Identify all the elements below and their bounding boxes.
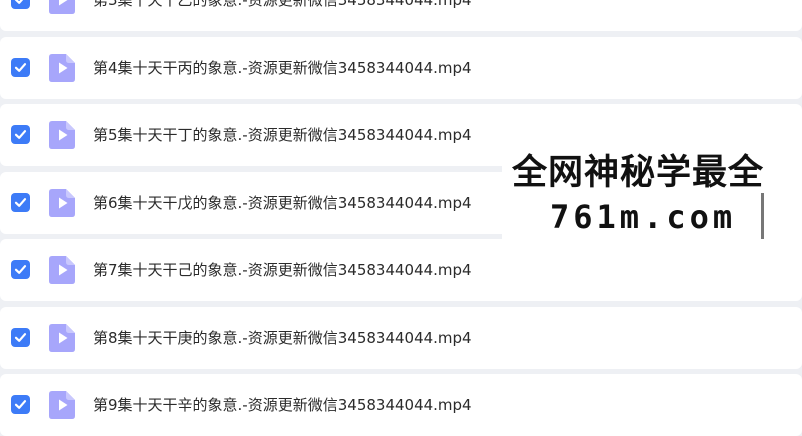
watermark-overlay: 全网神秘学最全 761m.com — [502, 147, 802, 247]
watermark-title: 全网神秘学最全 — [512, 153, 765, 193]
file-name: 第6集十天干戊的象意.-资源更新微信3458344044.mp4 — [93, 193, 472, 212]
video-file-icon — [49, 0, 75, 14]
file-checkbox[interactable] — [11, 260, 30, 279]
file-checkbox[interactable] — [11, 192, 30, 212]
file-name: 第7集十天干己的象意.-资源更新微信3458344044.mp4 — [93, 261, 472, 279]
watermark-bar — [761, 193, 764, 239]
file-name: 第9集十天干辛的象意.-资源更新微信3458344044.mp4 — [93, 396, 472, 414]
checkmark-icon — [14, 265, 27, 274]
checkmark-icon — [14, 332, 27, 342]
file-checkbox[interactable] — [11, 0, 30, 9]
file-row[interactable]: 第4集十天干丙的象意.-资源更新微信3458344044.mp4 — [0, 36, 802, 99]
file-name: 第8集十天干庚的象意.-资源更新微信3458344044.mp4 — [93, 328, 472, 347]
watermark-url: 761m.com — [550, 198, 737, 236]
file-checkbox[interactable] — [11, 327, 30, 347]
video-file-icon — [49, 188, 75, 217]
file-row[interactable]: 第8集十天干庚的象意.-资源更新微信3458344044.mp4 — [0, 306, 802, 369]
checkmark-icon — [14, 197, 27, 207]
checkmark-icon — [14, 0, 24, 4]
video-file-icon — [49, 121, 75, 149]
video-file-icon — [49, 256, 75, 284]
file-name: 第4集十天干丙的象意.-资源更新微信3458344044.mp4 — [93, 58, 472, 77]
file-checkbox[interactable] — [11, 395, 30, 414]
checkmark-icon — [14, 62, 27, 72]
file-name: 第5集十天干丁的象意.-资源更新微信3458344044.mp4 — [93, 126, 472, 144]
checkmark-icon — [14, 130, 27, 139]
file-checkbox[interactable] — [11, 125, 30, 144]
video-file-icon — [49, 323, 75, 352]
file-row[interactable]: 第3集十天干乙的象意.-资源更新微信3458344044.mp4 — [0, 0, 802, 31]
file-name: 第3集十天干乙的象意.-资源更新微信3458344044.mp4 — [93, 0, 472, 9]
file-row[interactable]: 第9集十天干辛的象意.-资源更新微信3458344044.mp4 — [0, 374, 802, 436]
file-row[interactable]: 第7集十天干己的象意.-资源更新微信3458344044.mp4 — [0, 239, 802, 301]
video-file-icon — [49, 391, 75, 419]
checkmark-icon — [14, 400, 27, 409]
video-file-icon — [49, 53, 75, 82]
file-checkbox[interactable] — [11, 57, 30, 77]
